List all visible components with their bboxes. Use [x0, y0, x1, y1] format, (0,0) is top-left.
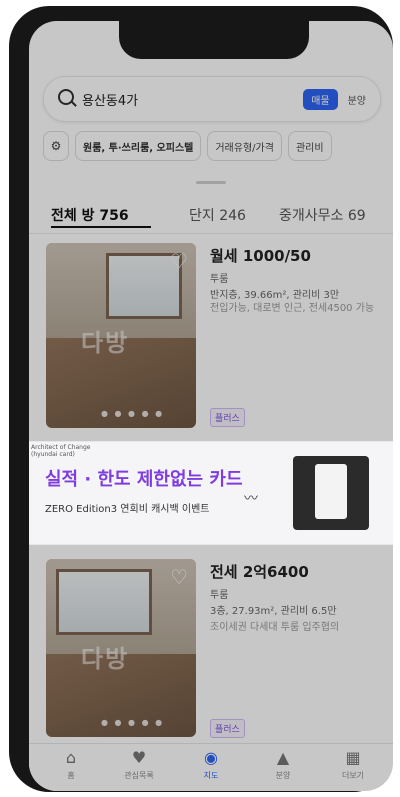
listing-photo[interactable]: 다방 ♡ ● ● ● ● ●: [46, 559, 196, 737]
tab-more[interactable]: ▦ 더보기: [323, 748, 383, 781]
listing-type-toggle: 매물 분양: [303, 88, 370, 110]
heart-icon: ♥: [131, 748, 147, 767]
tab-presale[interactable]: ▲ 분양: [253, 748, 313, 781]
plus-badge: 플러스: [210, 408, 245, 427]
tab-all-rooms[interactable]: 전체 방 756: [51, 205, 129, 225]
tab-map[interactable]: ◉ 지도: [181, 748, 241, 781]
listing-photo[interactable]: 다방 ♡ ● ● ● ● ●: [46, 243, 196, 428]
notch: [119, 19, 309, 59]
listing-price: 월세 1000/50: [210, 247, 311, 265]
listing-desc: 전입가능, 대로변 인근, 전세4500 가능: [210, 303, 375, 314]
page: 용산동4가 매물 분양 ⚙ 원룸, 투·쓰리룸, 오피스텔 거래유형/가격 관리…: [0, 0, 400, 797]
screen: 용산동4가 매물 분양 ⚙ 원룸, 투·쓰리룸, 오피스텔 거래유형/가격 관리…: [29, 21, 393, 791]
toggle-presale[interactable]: 분양: [344, 89, 370, 110]
listing-details: 반지층, 39.66m², 관리비 3만: [210, 290, 340, 301]
search-icon: [58, 89, 74, 105]
tab-favorites[interactable]: ♥ 관심목록: [109, 748, 169, 781]
search-bar[interactable]: 용산동4가 매물 분양: [43, 76, 381, 122]
building-icon: ▲: [276, 748, 290, 767]
ad-banner[interactable]: Architect of Change (hyundai card) 실적 · …: [29, 441, 393, 545]
map-pin-icon: ◉: [204, 748, 218, 767]
ad-headline: 실적 · 한도 제한없는 카드: [45, 469, 243, 490]
filter-room-type[interactable]: 원룸, 투·쓰리룸, 오피스텔: [75, 131, 202, 161]
phone-frame: 용산동4가 매물 분양 ⚙ 원룸, 투·쓰리룸, 오피스텔 거래유형/가격 관리…: [9, 6, 393, 792]
watermark: 다방: [81, 329, 130, 357]
bottom-tab-bar: ⌂ 홈 ♥ 관심목록 ◉ 지도 ▲ 분양 ▦ 더보기: [29, 743, 393, 791]
listing-desc: 조이세권 다세대 투룸 입주협의: [210, 622, 340, 633]
listing-type: 투룸: [210, 274, 229, 285]
tab-complex[interactable]: 단지 246: [189, 205, 246, 225]
tab-home[interactable]: ⌂ 홈: [41, 748, 101, 781]
grid-icon: ▦: [345, 748, 361, 767]
filter-settings-button[interactable]: ⚙: [43, 131, 69, 161]
tab-underline: [51, 226, 151, 228]
ad-brand: Architect of Change (hyundai card): [31, 444, 91, 458]
listing-type: 투룸: [210, 590, 229, 601]
window-image: [56, 569, 152, 635]
toggle-listing[interactable]: 매물: [303, 88, 338, 110]
card-image: [293, 456, 369, 530]
filter-maintenance[interactable]: 관리비: [287, 131, 332, 161]
sheet-handle[interactable]: [196, 181, 226, 184]
watermark: 다방: [81, 645, 130, 673]
search-query[interactable]: 용산동4가: [82, 90, 138, 109]
heart-icon[interactable]: ♡: [170, 249, 188, 273]
divider: [29, 233, 393, 234]
plus-badge: 플러스: [210, 719, 245, 738]
home-icon: ⌂: [65, 748, 77, 767]
photo-pagination: ● ● ● ● ●: [101, 409, 165, 418]
sliders-icon: ⚙: [50, 139, 62, 153]
photo-pagination: ● ● ● ● ●: [101, 718, 165, 727]
filter-bar: ⚙ 원룸, 투·쓰리룸, 오피스텔 거래유형/가격 관리비: [43, 131, 332, 161]
ad-subtitle: ZERO Edition3 연회비 캐시백 이벤트: [45, 504, 210, 515]
listing-price: 전세 2억6400: [210, 563, 309, 581]
heart-icon[interactable]: ♡: [170, 565, 188, 589]
listing-details: 3층, 27.93m², 관리비 6.5만: [210, 606, 337, 617]
ribbon-graphic: 〰: [244, 491, 258, 507]
filter-deal-type[interactable]: 거래유형/가격: [207, 131, 282, 161]
tab-agencies[interactable]: 중개사무소 69: [279, 205, 366, 225]
